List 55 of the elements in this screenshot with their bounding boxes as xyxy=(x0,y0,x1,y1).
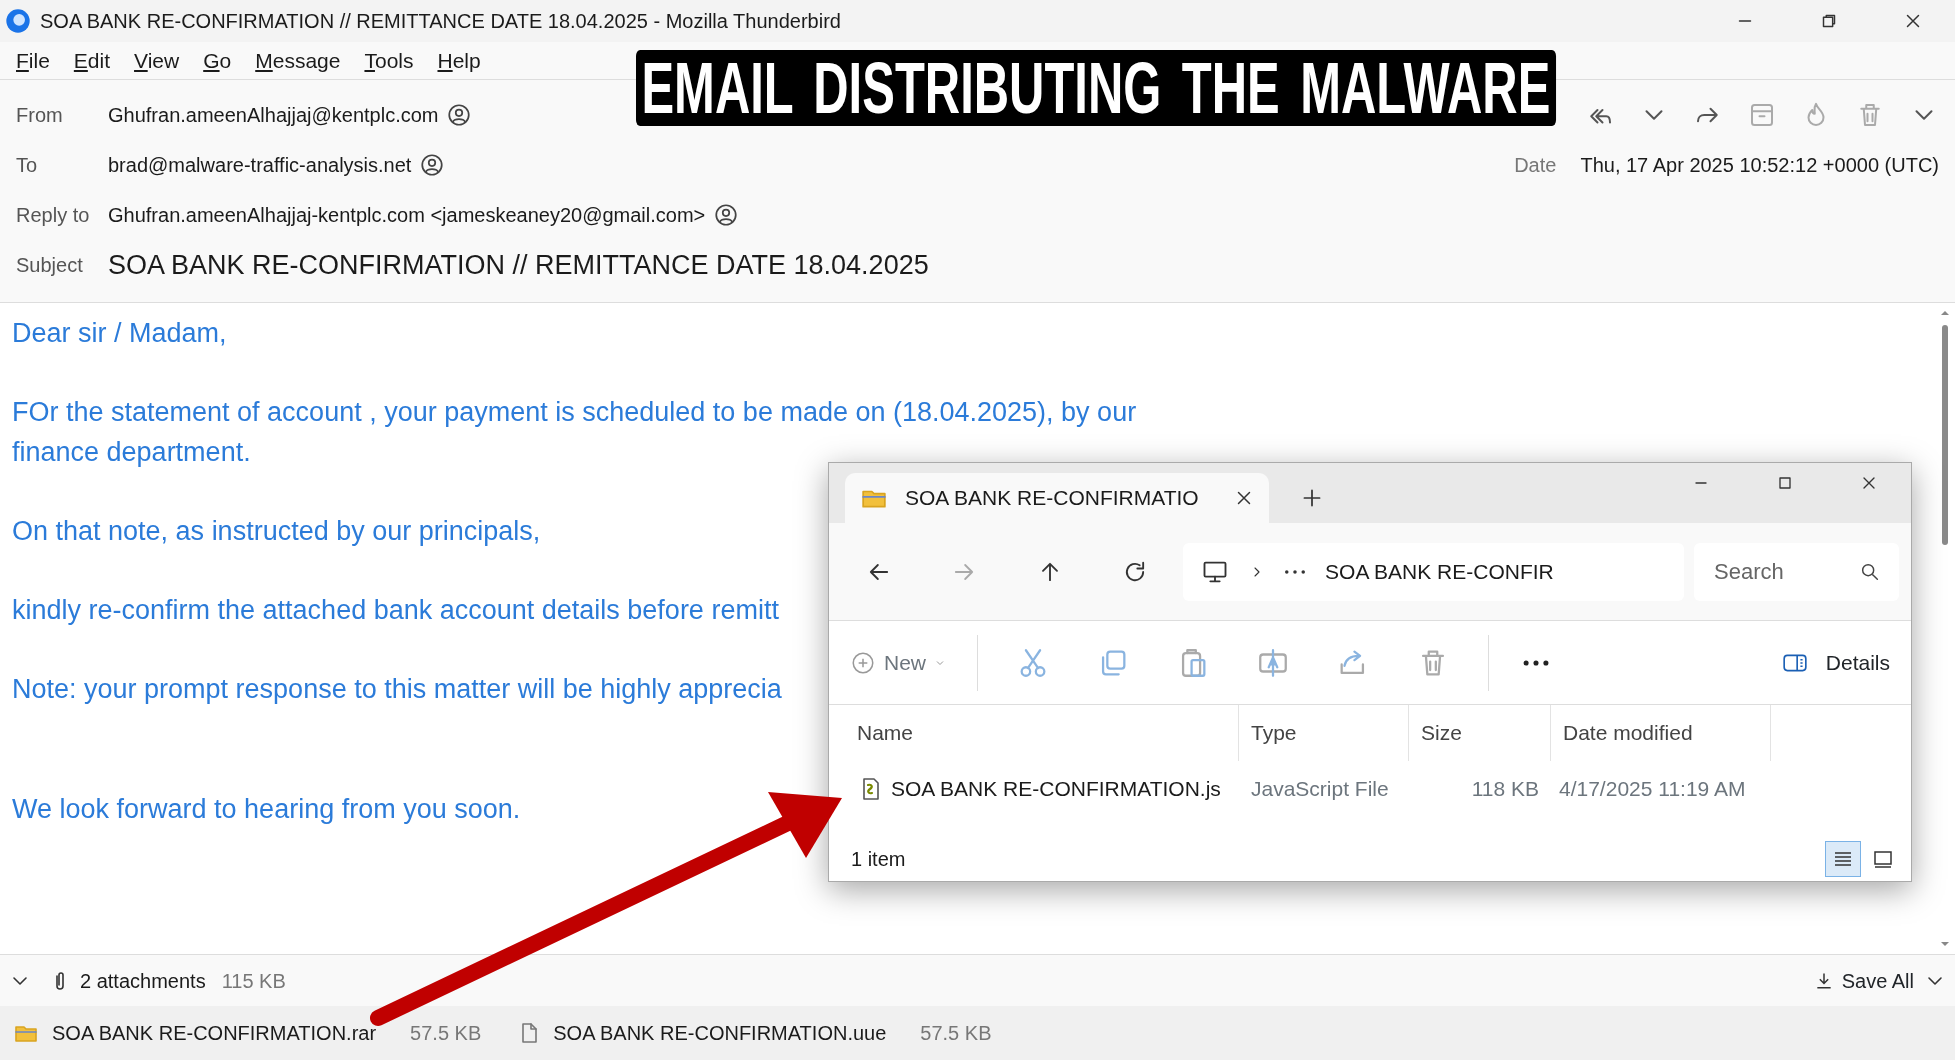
item-count: 1 item xyxy=(851,847,906,872)
scrollbar-thumb[interactable] xyxy=(1942,325,1948,545)
search-field[interactable]: Search xyxy=(1712,554,1833,589)
attachment-name[interactable]: SOA BANK RE-CONFIRMATION.uue xyxy=(553,1018,887,1048)
column-header[interactable]: Name xyxy=(829,705,1239,761)
date-label: Date xyxy=(1514,153,1557,178)
body-paragraph: We look forward to hearing from you soon. xyxy=(12,793,521,826)
menu-item[interactable]: Message xyxy=(245,44,351,77)
body-paragraph: FOr the statement of account , your payment is scheduled to be made on (18.04.2025), by our finance department. xyxy=(12,396,1138,469)
body-paragraph: kindly re-confirm the attached bank account details before remitt xyxy=(12,594,779,627)
field-label: From xyxy=(16,103,64,128)
details-button[interactable]: Details xyxy=(1778,645,1891,680)
field-value[interactable]: Ghufran.ameenAlhajjaj-kentplc.com <jameskeaney20@gmail.com> xyxy=(108,200,706,230)
body-paragraph: Dear sir / Madam, xyxy=(12,317,227,350)
attachment-size: 115 KB xyxy=(221,968,286,994)
attachment-size: 57.5 KB xyxy=(410,1021,482,1046)
date-value: Thu, 17 Apr 2025 10:52:12 +0000 (UTC) xyxy=(1580,153,1939,178)
menu-item[interactable]: Go xyxy=(193,44,242,77)
menu-item[interactable]: Edit xyxy=(63,44,121,77)
field-label: Reply to xyxy=(16,203,91,228)
file-type: JavaScript File xyxy=(1250,776,1390,803)
column-header[interactable]: Size xyxy=(1409,705,1551,761)
list-view-icon[interactable] xyxy=(1825,841,1861,877)
field-value[interactable]: Ghufran.ameenAlhajjaj@kentplc.com xyxy=(108,100,439,130)
column-header[interactable]: Type xyxy=(1239,705,1409,761)
tab-title: SOA BANK RE-CONFIRMATIO xyxy=(905,485,1200,512)
menu-item[interactable]: Help xyxy=(427,44,491,77)
menu-item[interactable]: Tools xyxy=(354,44,424,77)
search-box[interactable]: Search xyxy=(1694,542,1899,601)
contact-icon[interactable] xyxy=(419,152,446,178)
attachment-count[interactable]: 2 attachments xyxy=(80,965,206,996)
annotation-caption: EMAIL DISTRIBUTING THE MALWARE xyxy=(636,50,1556,126)
file-date: 4/17/2025 11:19 AM xyxy=(1558,776,1746,803)
menu-item[interactable]: View xyxy=(124,44,190,77)
body-paragraph: Note: your prompt response to this matter will be highly apprecia xyxy=(12,673,782,706)
new-button[interactable]: New xyxy=(849,645,947,680)
field-label: To xyxy=(16,153,39,178)
address-bar[interactable]: SOA BANK RE-CONFIR xyxy=(1183,542,1685,601)
save-all-button[interactable]: Save All xyxy=(1812,964,1915,997)
folder-tab[interactable]: SOA BANK RE-CONFIRMATIO xyxy=(845,473,1269,523)
attachment-size: 57.5 KB xyxy=(920,1021,992,1046)
file-size: 118 KB xyxy=(1471,777,1539,801)
subject-text: SOA BANK RE-CONFIRMATION // REMITTANCE DATE 18.04.2025 xyxy=(108,248,929,282)
field-value[interactable]: brad@malware-traffic-analysis.net xyxy=(108,150,412,180)
body-paragraph: On that note, as instructed by our principals, xyxy=(12,515,541,548)
window-title: SOA BANK RE-CONFIRMATION // REMITTANCE DATE 18.04.2025 - Mozilla Thunderbird xyxy=(40,9,842,34)
menu-item[interactable]: File xyxy=(6,44,60,77)
column-header[interactable]: Date modified xyxy=(1551,705,1771,761)
contact-icon[interactable] xyxy=(713,202,740,228)
app-logo-icon xyxy=(4,7,32,35)
attachment-name[interactable]: SOA BANK RE-CONFIRMATION.rar xyxy=(52,1018,377,1048)
file-name[interactable]: SOA BANK RE-CONFIRMATION.js xyxy=(891,773,1221,805)
more-icon[interactable] xyxy=(1285,569,1306,574)
contact-icon[interactable] xyxy=(446,102,473,128)
field-label: Subject xyxy=(16,253,84,278)
